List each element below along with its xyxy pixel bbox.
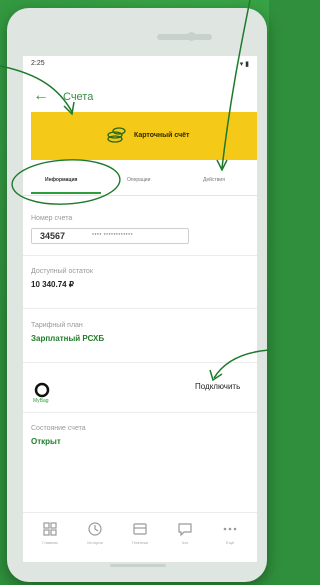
nav-item-more[interactable]: Ещё: [210, 521, 250, 545]
card-icon: [133, 523, 147, 535]
connect-button[interactable]: Подключить: [195, 382, 240, 391]
account-number-label: Номер счета: [31, 215, 73, 222]
state-value: Открыт: [31, 437, 61, 446]
clock-icon: [88, 522, 102, 536]
balance-field: Доступный остаток 10 340.74 ₽: [31, 268, 251, 289]
tab-info[interactable]: Информация: [45, 177, 77, 183]
camera-dot: [187, 32, 196, 41]
account-banner: Карточный счёт: [31, 112, 257, 160]
bottom-navigation: Главная История Платежи Чат Ещё: [23, 512, 257, 562]
divider: [23, 308, 257, 309]
mybag-logo-icon: MyBag: [33, 382, 50, 403]
account-number-field: Номер счета: [31, 215, 251, 222]
account-number-box: 34567 **** ************: [31, 228, 189, 244]
chat-icon: [178, 523, 192, 537]
page-title: Счета: [63, 91, 94, 103]
tariff-field: Тарифный план Зарплатный РСХБ: [31, 322, 251, 343]
banner-title: Карточный счёт: [134, 132, 190, 139]
nav-item-chat[interactable]: Чат: [165, 521, 205, 545]
balance-label: Доступный остаток: [31, 268, 93, 275]
status-icons: ▾ ▮: [239, 61, 249, 68]
balance-value: 10 340.74 ₽: [31, 280, 74, 289]
divider: [23, 255, 257, 256]
speaker-grille: [157, 34, 212, 40]
state-field: Состояние счета Открыт: [31, 425, 251, 446]
tariff-label: Тарифный план: [31, 322, 83, 329]
nav-item-home[interactable]: Главная: [30, 521, 70, 545]
tariff-value: Зарплатный РСХБ: [31, 334, 105, 343]
status-time: 2:25: [31, 60, 45, 67]
account-number-visible: 34567: [40, 231, 66, 241]
back-arrow-icon[interactable]: ←: [33, 88, 49, 104]
coin-stack-icon: [107, 127, 126, 143]
nav-label: Ещё: [225, 540, 235, 545]
home-indicator: [110, 564, 166, 567]
tab-active-indicator: [31, 192, 101, 194]
app-screen: 2:25 ▾ ▮ ← Счета Карточный счёт Информац…: [23, 56, 257, 562]
nav-label: Платежи: [131, 540, 149, 545]
tab-bar: Информация Операции Действия: [23, 169, 257, 196]
divider: [23, 362, 257, 363]
more-icon: [223, 527, 237, 531]
nav-item-history[interactable]: История: [75, 521, 115, 545]
phone-frame: 2:25 ▾ ▮ ← Счета Карточный счёт Информац…: [7, 8, 267, 582]
tab-operations[interactable]: Операции: [127, 177, 150, 183]
grid-icon: [43, 522, 57, 536]
svg-text:MyBag: MyBag: [33, 398, 49, 403]
top-bar: ← Счета: [23, 82, 257, 112]
nav-label: История: [87, 540, 103, 545]
nav-item-payments[interactable]: Платежи: [120, 521, 160, 545]
state-label: Состояние счета: [31, 425, 86, 432]
nav-label: Главная: [42, 540, 58, 545]
divider: [23, 412, 257, 413]
nav-label: Чат: [181, 540, 189, 545]
tab-actions[interactable]: Действия: [203, 177, 225, 183]
account-number-masked: **** ************: [92, 233, 134, 239]
